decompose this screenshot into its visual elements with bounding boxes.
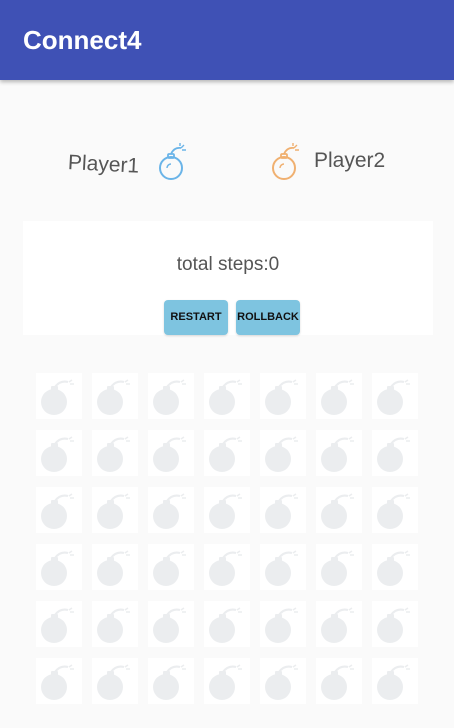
board-cell[interactable] xyxy=(148,544,194,590)
board-cell[interactable] xyxy=(92,601,138,647)
board-cell[interactable] xyxy=(316,373,362,419)
board-cell[interactable] xyxy=(372,658,418,704)
board-cell[interactable] xyxy=(36,373,82,419)
board-cell[interactable] xyxy=(148,487,194,533)
board-cell[interactable] xyxy=(260,430,306,476)
board-cell[interactable] xyxy=(260,658,306,704)
board-cell[interactable] xyxy=(372,601,418,647)
board-cell[interactable] xyxy=(260,373,306,419)
rollback-button[interactable]: ROLLBACK xyxy=(236,300,300,335)
board-cell[interactable] xyxy=(204,373,250,419)
app-bar: Connect4 xyxy=(0,0,454,80)
board-cell[interactable] xyxy=(148,658,194,704)
board-cell[interactable] xyxy=(36,658,82,704)
board-cell[interactable] xyxy=(316,430,362,476)
player1-label: Player1 xyxy=(67,151,140,178)
board-cell[interactable] xyxy=(316,544,362,590)
restart-button[interactable]: RESTART xyxy=(164,300,228,335)
board-cell[interactable] xyxy=(36,487,82,533)
board-cell[interactable] xyxy=(148,430,194,476)
player2-label: Player2 xyxy=(314,149,386,172)
board-cell[interactable] xyxy=(204,544,250,590)
app-title: Connect4 xyxy=(23,25,142,55)
board-cell[interactable] xyxy=(36,544,82,590)
total-steps-text: total steps:0 xyxy=(176,254,280,275)
status-panel: total steps:0 RESTART ROLLBACK xyxy=(23,221,433,335)
board-cell[interactable] xyxy=(36,601,82,647)
board-cell[interactable] xyxy=(316,601,362,647)
board-cell[interactable] xyxy=(92,373,138,419)
board-cell[interactable] xyxy=(92,430,138,476)
board-cell[interactable] xyxy=(148,601,194,647)
board-cell[interactable] xyxy=(204,601,250,647)
player2-bomb-icon xyxy=(268,143,302,183)
board-cell[interactable] xyxy=(372,487,418,533)
board-cell[interactable] xyxy=(316,487,362,533)
board-cell[interactable] xyxy=(92,658,138,704)
board-cell[interactable] xyxy=(260,544,306,590)
board-cell[interactable] xyxy=(92,487,138,533)
board-cell[interactable] xyxy=(260,601,306,647)
board-cell[interactable] xyxy=(372,373,418,419)
board-cell[interactable] xyxy=(372,544,418,590)
board-cell[interactable] xyxy=(372,430,418,476)
board-cell[interactable] xyxy=(204,430,250,476)
board-cell[interactable] xyxy=(148,373,194,419)
board-cell[interactable] xyxy=(92,544,138,590)
board-cell[interactable] xyxy=(36,430,82,476)
player1-bomb-icon xyxy=(155,143,189,183)
board-cell[interactable] xyxy=(204,658,250,704)
board-cell[interactable] xyxy=(316,658,362,704)
board-cell[interactable] xyxy=(204,487,250,533)
game-board xyxy=(36,373,420,704)
board-cell[interactable] xyxy=(260,487,306,533)
